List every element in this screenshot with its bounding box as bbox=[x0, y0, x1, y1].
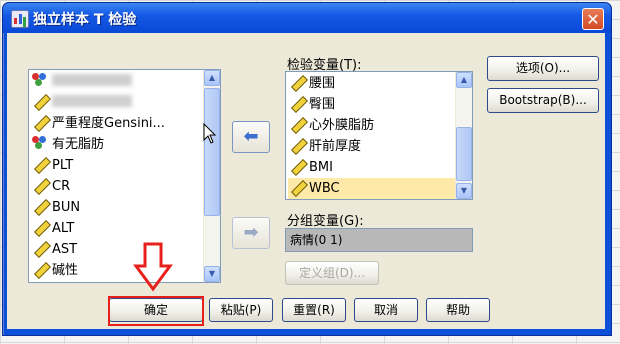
scale-variable-icon bbox=[288, 95, 306, 111]
list-item[interactable]: AST bbox=[31, 239, 77, 260]
scroll-down-button[interactable]: ▼ bbox=[204, 266, 220, 282]
list-item[interactable] bbox=[31, 92, 132, 113]
scroll-thumb[interactable] bbox=[204, 88, 220, 216]
options-button[interactable]: 选项(O)... bbox=[487, 56, 599, 81]
list-item-label: CR bbox=[52, 179, 71, 194]
scale-variable-icon bbox=[31, 198, 49, 214]
list-item[interactable] bbox=[31, 71, 132, 92]
paste-button[interactable]: 粘贴(P) bbox=[209, 298, 273, 322]
list-item-label: WBC bbox=[309, 181, 340, 196]
scale-variable-icon bbox=[288, 179, 306, 195]
close-button[interactable]: ✕ bbox=[582, 8, 604, 30]
list-item[interactable]: BUN bbox=[31, 197, 80, 218]
list-item[interactable]: 肝前厚度 bbox=[288, 136, 361, 157]
source-variable-list[interactable]: 严重程度Gensini... 有无脂肪 PLT CR BUN ALT AST 碱… bbox=[28, 69, 221, 283]
grouping-variable-label: 分组变量(G): bbox=[287, 214, 364, 229]
grouping-variable-field[interactable]: 病情(0 1) bbox=[285, 228, 473, 252]
scale-variable-icon bbox=[288, 116, 306, 132]
list-item[interactable]: 有无脂肪 bbox=[31, 134, 104, 155]
ok-highlight-box bbox=[108, 296, 204, 326]
list-item-label: ALT bbox=[52, 221, 75, 236]
scale-variable-icon bbox=[288, 137, 306, 153]
test-variables-list[interactable]: 腰围 臀围 心外膜脂肪 肝前厚度 BMI WBC ▲ ▼ bbox=[285, 71, 473, 200]
list-item[interactable]: 臀围 bbox=[288, 94, 335, 115]
scroll-up-button[interactable]: ▲ bbox=[456, 72, 472, 88]
list-item-label: 臀围 bbox=[309, 97, 336, 112]
bootstrap-button[interactable]: Bootstrap(B)... bbox=[487, 88, 599, 113]
define-groups-button[interactable]: 定义组(D)... bbox=[285, 261, 379, 285]
list-item[interactable]: BMI bbox=[288, 157, 333, 178]
list-item-label: 腰围 bbox=[309, 76, 336, 91]
obscured-label bbox=[52, 95, 132, 107]
dialog-title: 独立样本 T 检验 bbox=[33, 12, 137, 28]
scale-variable-icon bbox=[31, 114, 49, 130]
list-item[interactable]: 碱性 bbox=[31, 260, 78, 281]
list-item[interactable]: 严重程度Gensini... bbox=[31, 113, 165, 134]
list-item-label: 肝前厚度 bbox=[309, 139, 362, 154]
list-item-label: 严重程度Gensini... bbox=[52, 116, 165, 131]
red-annotation-arrow-icon bbox=[133, 242, 173, 292]
scroll-thumb[interactable] bbox=[456, 127, 472, 181]
source-list-scrollbar[interactable]: ▲ ▼ bbox=[203, 70, 220, 282]
list-item-label: AST bbox=[52, 242, 78, 257]
scale-variable-icon bbox=[288, 74, 306, 90]
scale-variable-icon bbox=[31, 261, 49, 277]
list-item[interactable]: 心外膜脂肪 bbox=[288, 115, 374, 136]
title-bar[interactable]: 独立样本 T 检验 ✕ bbox=[3, 3, 611, 33]
test-variables-scrollbar[interactable]: ▲ ▼ bbox=[455, 72, 472, 199]
obscured-label bbox=[52, 74, 132, 86]
list-item[interactable]: CR bbox=[31, 176, 70, 197]
list-item-label: BMI bbox=[309, 160, 333, 175]
scroll-up-button[interactable]: ▲ bbox=[204, 70, 220, 86]
list-item-label: BUN bbox=[52, 200, 81, 215]
scroll-down-button[interactable]: ▼ bbox=[456, 183, 472, 199]
scale-variable-icon bbox=[31, 177, 49, 193]
scale-variable-icon bbox=[31, 219, 49, 235]
mouse-cursor-icon bbox=[203, 123, 217, 144]
independent-samples-t-test-dialog: 独立样本 T 检验 ✕ 严重程度Gensini... 有无脂肪 PLT CR B… bbox=[2, 2, 612, 336]
spss-app-icon bbox=[11, 10, 29, 28]
list-item-selected[interactable]: WBC bbox=[288, 178, 456, 199]
list-item[interactable]: ALT bbox=[31, 218, 74, 239]
help-button[interactable]: 帮助 bbox=[426, 298, 490, 322]
list-item-label: 碱性 bbox=[52, 263, 79, 278]
cancel-button[interactable]: 取消 bbox=[354, 298, 418, 322]
nominal-variable-icon bbox=[31, 72, 49, 88]
scale-variable-icon bbox=[31, 156, 49, 172]
scale-variable-icon bbox=[31, 240, 49, 256]
dialog-body: 严重程度Gensini... 有无脂肪 PLT CR BUN ALT AST 碱… bbox=[7, 33, 605, 329]
list-item[interactable]: PLT bbox=[31, 155, 73, 176]
scale-variable-icon bbox=[288, 158, 306, 174]
list-item-label: 有无脂肪 bbox=[52, 137, 105, 152]
list-item[interactable]: 腰围 bbox=[288, 73, 335, 94]
reset-button[interactable]: 重置(R) bbox=[282, 298, 346, 322]
move-to-grouping-variable-button[interactable]: ➡ bbox=[232, 217, 270, 249]
scale-variable-icon bbox=[31, 93, 49, 109]
move-to-test-variables-button[interactable]: ⬅ bbox=[232, 121, 270, 153]
list-item-label: PLT bbox=[52, 158, 74, 173]
nominal-variable-icon bbox=[31, 135, 49, 151]
list-item-label: 心外膜脂肪 bbox=[309, 118, 375, 133]
